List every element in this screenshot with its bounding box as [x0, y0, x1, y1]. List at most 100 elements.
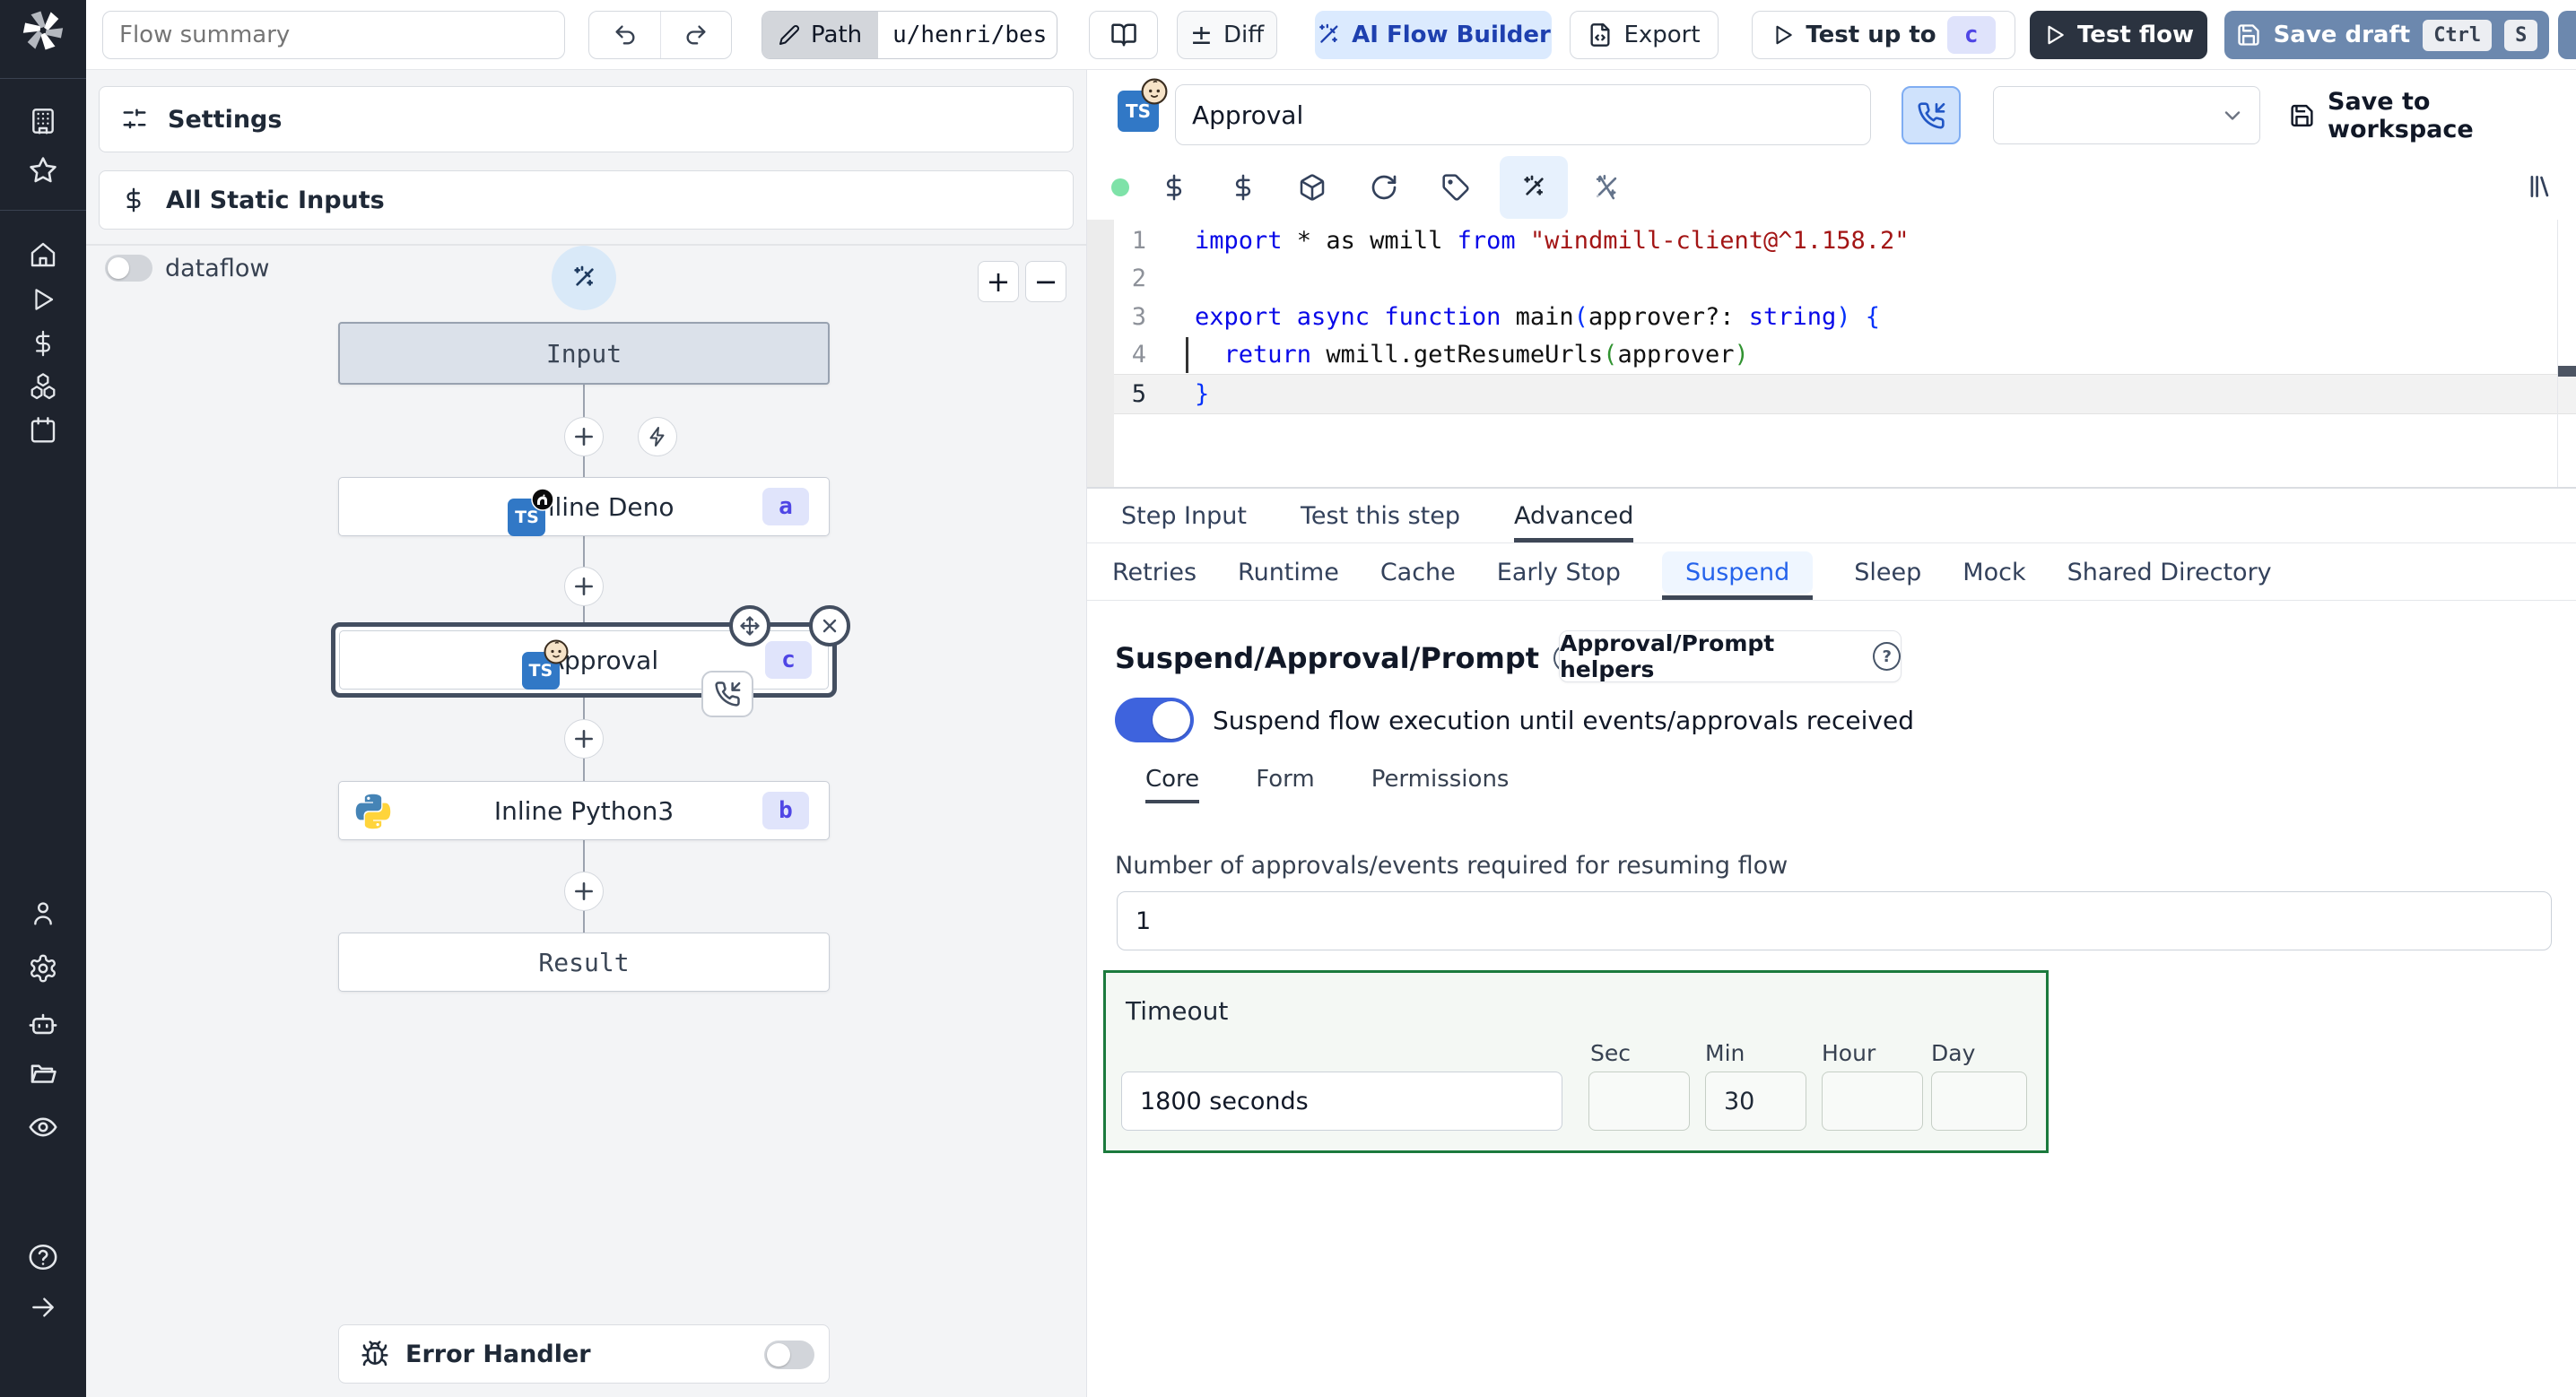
- magic-wand-icon: [574, 265, 594, 286]
- approval-prompt-helpers-button[interactable]: Approval/Prompt helpers ?: [1559, 630, 1902, 682]
- dollar-icon: [126, 187, 141, 213]
- building-icon[interactable]: [26, 104, 60, 138]
- docs-button[interactable]: [1089, 11, 1158, 59]
- timeout-hour-input[interactable]: [1822, 1072, 1923, 1131]
- tab-early-stop[interactable]: Early Stop: [1497, 544, 1621, 600]
- bot-icon[interactable]: [26, 1007, 60, 1041]
- redo-button[interactable]: [661, 12, 731, 58]
- test-up-to-button[interactable]: Test up to c: [1752, 11, 2015, 59]
- export-button[interactable]: Export: [1570, 11, 1719, 59]
- tab-mock[interactable]: Mock: [1962, 544, 2025, 600]
- step-id-badge: b: [762, 792, 809, 829]
- tab-sleep[interactable]: Sleep: [1854, 544, 1921, 600]
- diff-button[interactable]: ± Diff: [1177, 11, 1277, 59]
- user-icon[interactable]: [26, 897, 60, 931]
- static-inputs-icon-button[interactable]: [1159, 172, 1189, 203]
- path-button[interactable]: Path u/henri/bes: [761, 11, 1057, 59]
- all-static-inputs-button[interactable]: All Static Inputs: [99, 170, 1074, 230]
- star-icon[interactable]: [26, 153, 60, 187]
- tab-permissions[interactable]: Permissions: [1371, 766, 1510, 803]
- ai-assistant-active-button[interactable]: [1500, 156, 1568, 219]
- lightning-icon: [649, 427, 665, 447]
- deploy-button-partial[interactable]: [2558, 11, 2576, 59]
- ai-fix-icon-button[interactable]: [1589, 172, 1623, 203]
- approvals-count-input[interactable]: [1117, 891, 2552, 950]
- tab-test-this-step[interactable]: Test this step: [1301, 489, 1460, 542]
- add-step-button[interactable]: [564, 719, 604, 759]
- add-step-button[interactable]: [564, 872, 604, 911]
- ai-flow-builder-button[interactable]: AI Flow Builder: [1315, 11, 1552, 59]
- approval-mode-button[interactable]: [1902, 86, 1961, 144]
- dollar-icon[interactable]: [26, 326, 60, 360]
- sliders-icon: [123, 108, 146, 129]
- boxes-icon[interactable]: [26, 369, 60, 403]
- test-flow-button[interactable]: Test flow: [2030, 11, 2207, 59]
- tab-suspend[interactable]: Suspend: [1661, 544, 1814, 600]
- tab-cache[interactable]: Cache: [1380, 544, 1456, 600]
- add-step-button[interactable]: [564, 567, 604, 606]
- tab-form[interactable]: Form: [1256, 766, 1315, 803]
- tab-runtime[interactable]: Runtime: [1238, 544, 1339, 600]
- variables-icon-button[interactable]: [1228, 172, 1258, 203]
- folder-open-icon[interactable]: [26, 1057, 60, 1091]
- add-trigger-button[interactable]: [638, 417, 677, 456]
- zoom-out-button[interactable]: −: [1025, 261, 1066, 302]
- settings-gear-icon[interactable]: [26, 951, 60, 985]
- timeout-min-input[interactable]: [1705, 1072, 1806, 1131]
- code-lines: 1 import * as wmill from "windmill-client…: [1114, 221, 2576, 414]
- flow-node-result[interactable]: Result: [338, 933, 830, 992]
- code-line[interactable]: 3 export async function main(approver?: s…: [1114, 298, 2576, 336]
- library-icon-button[interactable]: [2520, 170, 2556, 203]
- ai-graph-wand-button[interactable]: [552, 246, 616, 310]
- tag-icon-button[interactable]: [1440, 172, 1471, 203]
- add-step-button[interactable]: [564, 417, 604, 456]
- tab-step-input[interactable]: Step Input: [1121, 489, 1247, 542]
- code-line[interactable]: 4 return wmill.getResumeUrls(approver): [1114, 336, 2576, 375]
- plus-icon: [575, 730, 593, 748]
- tab-advanced[interactable]: Advanced: [1514, 489, 1634, 542]
- save-draft-button[interactable]: Save draft Ctrl S: [2224, 11, 2549, 59]
- flow-node-inline-deno[interactable]: TS Inline Deno a: [338, 477, 830, 536]
- dataflow-toggle[interactable]: [105, 255, 152, 282]
- collapse-arrow-icon[interactable]: [26, 1290, 60, 1324]
- tab-shared-directory[interactable]: Shared Directory: [2067, 544, 2272, 600]
- flow-summary-input[interactable]: [102, 11, 565, 59]
- play-icon[interactable]: [26, 282, 60, 317]
- flow-node-input[interactable]: Input: [338, 322, 830, 385]
- delete-step-button[interactable]: [809, 605, 850, 646]
- chevron-down-icon: [2224, 110, 2241, 120]
- move-step-handle[interactable]: [729, 605, 770, 646]
- plus-icon: [575, 577, 593, 595]
- tab-core[interactable]: Core: [1145, 766, 1200, 803]
- code-line[interactable]: 1 import * as wmill from "windmill-client…: [1114, 221, 2576, 260]
- tab-retries[interactable]: Retries: [1112, 544, 1197, 600]
- error-handler-row[interactable]: Error Handler: [338, 1324, 830, 1384]
- reload-icon-button[interactable]: [1369, 172, 1399, 203]
- flow-node-inline-python3[interactable]: Inline Python3 b: [338, 781, 830, 840]
- code-line[interactable]: 2: [1114, 260, 2576, 299]
- timeout-day-input[interactable]: [1931, 1072, 2027, 1131]
- pane-resize-handle[interactable]: [2558, 366, 2576, 377]
- home-icon[interactable]: [26, 238, 60, 272]
- suspend-toggle[interactable]: [1115, 698, 1194, 742]
- workspace-script-select[interactable]: [1993, 86, 2260, 144]
- sidebar-divider: [0, 210, 86, 211]
- error-handler-toggle[interactable]: [764, 1341, 814, 1369]
- windmill-logo[interactable]: [20, 7, 66, 54]
- undo-button[interactable]: [589, 12, 661, 58]
- calendar-icon[interactable]: [26, 412, 60, 447]
- package-icon-button[interactable]: [1297, 172, 1327, 203]
- help-icon[interactable]: [26, 1240, 60, 1274]
- step-language-icon: TS: [1118, 78, 1168, 132]
- step-name-input[interactable]: [1175, 84, 1871, 145]
- suspend-sub-tabs: Core Form Permissions: [1145, 764, 1509, 805]
- code-editor[interactable]: 1 import * as wmill from "windmill-client…: [1087, 220, 2576, 487]
- hour-input-wrap: [1822, 1072, 1923, 1131]
- flow-settings-button[interactable]: Settings: [99, 86, 1074, 152]
- save-to-workspace-button[interactable]: Save to workspace: [2289, 86, 2576, 144]
- timeout-sec-input[interactable]: [1588, 1072, 1690, 1131]
- code-line[interactable]: 5}: [1114, 374, 2576, 414]
- timeout-total-input[interactable]: [1121, 1072, 1562, 1131]
- zoom-in-button[interactable]: +: [978, 261, 1019, 302]
- eye-icon[interactable]: [26, 1110, 60, 1144]
